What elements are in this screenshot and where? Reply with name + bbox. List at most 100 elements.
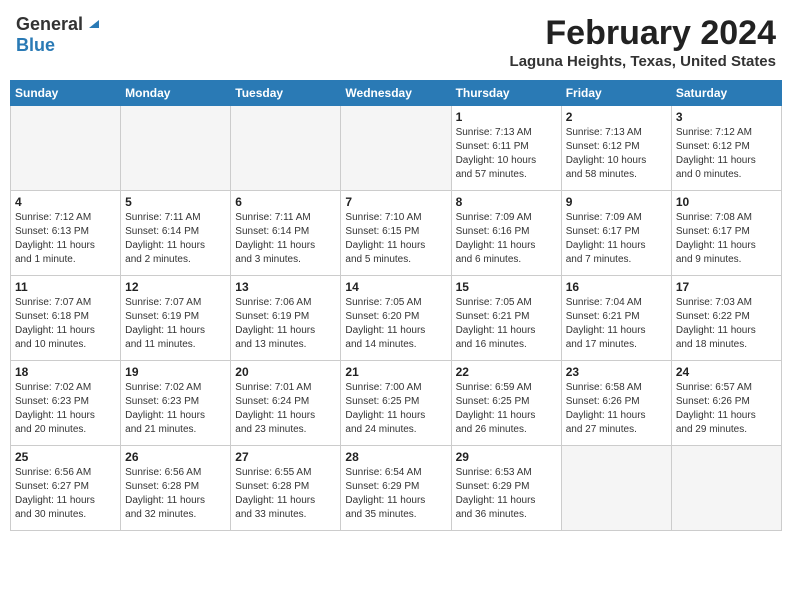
day-content: Sunrise: 7:05 AM Sunset: 6:20 PM Dayligh… bbox=[345, 296, 446, 352]
day-content: Sunrise: 6:53 AM Sunset: 6:29 PM Dayligh… bbox=[456, 466, 557, 522]
header-wednesday: Wednesday bbox=[341, 81, 451, 106]
calendar-cell bbox=[231, 106, 341, 191]
calendar-week-4: 18 Sunrise: 7:02 AM Sunset: 6:23 PM Dayli… bbox=[11, 361, 782, 446]
calendar-cell: 9Sunrise: 7:09 AM Sunset: 6:17 PM Daylig… bbox=[561, 191, 671, 276]
day-number: 13 bbox=[235, 280, 336, 294]
calendar-cell: 24 Sunrise: 6:57 AM Sunset: 6:26 PM Dayli… bbox=[671, 361, 781, 446]
day-content: Sunrise: 6:55 AM Sunset: 6:28 PM Dayligh… bbox=[235, 466, 336, 522]
calendar-cell: 8 Sunrise: 7:09 AM Sunset: 6:16 PM Daylig… bbox=[451, 191, 561, 276]
calendar-cell: 17Sunrise: 7:03 AM Sunset: 6:22 PM Dayli… bbox=[671, 276, 781, 361]
day-content: Sunrise: 7:12 AM Sunset: 6:13 PM Dayligh… bbox=[15, 211, 116, 267]
calendar-cell: 23 Sunrise: 6:58 AM Sunset: 6:26 PM Dayli… bbox=[561, 361, 671, 446]
calendar-cell bbox=[121, 106, 231, 191]
logo: General Blue bbox=[16, 14, 101, 56]
logo-general: General bbox=[16, 14, 83, 35]
calendar-cell bbox=[11, 106, 121, 191]
calendar-cell: 29 Sunrise: 6:53 AM Sunset: 6:29 PM Dayli… bbox=[451, 446, 561, 531]
day-number: 2 bbox=[566, 110, 667, 124]
page-header: General Blue February 2024 Laguna Height… bbox=[10, 10, 782, 74]
day-content: Sunrise: 7:08 AM Sunset: 6:17 PM Dayligh… bbox=[676, 211, 777, 267]
day-number: 12 bbox=[125, 280, 226, 294]
day-content: Sunrise: 7:04 AM Sunset: 6:21 PM Dayligh… bbox=[566, 296, 667, 352]
day-content: Sunrise: 6:56 AM Sunset: 6:27 PM Dayligh… bbox=[15, 466, 116, 522]
day-number: 24 bbox=[676, 365, 777, 379]
day-number: 9 bbox=[566, 195, 667, 209]
day-content: Sunrise: 6:54 AM Sunset: 6:29 PM Dayligh… bbox=[345, 466, 446, 522]
day-content: Sunrise: 7:07 AM Sunset: 6:18 PM Dayligh… bbox=[15, 296, 116, 352]
calendar-cell: 11 Sunrise: 7:07 AM Sunset: 6:18 PM Dayli… bbox=[11, 276, 121, 361]
day-number: 16 bbox=[566, 280, 667, 294]
calendar-week-2: 4Sunrise: 7:12 AM Sunset: 6:13 PM Daylig… bbox=[11, 191, 782, 276]
calendar-cell: 19Sunrise: 7:02 AM Sunset: 6:23 PM Dayli… bbox=[121, 361, 231, 446]
day-content: Sunrise: 7:00 AM Sunset: 6:25 PM Dayligh… bbox=[345, 381, 446, 437]
calendar-cell: 16 Sunrise: 7:04 AM Sunset: 6:21 PM Dayli… bbox=[561, 276, 671, 361]
calendar-cell: 15 Sunrise: 7:05 AM Sunset: 6:21 PM Dayli… bbox=[451, 276, 561, 361]
calendar-subtitle: Laguna Heights, Texas, United States bbox=[510, 53, 776, 70]
day-number: 3 bbox=[676, 110, 777, 124]
calendar-cell: 5 Sunrise: 7:11 AM Sunset: 6:14 PM Daylig… bbox=[121, 191, 231, 276]
day-content: Sunrise: 6:56 AM Sunset: 6:28 PM Dayligh… bbox=[125, 466, 226, 522]
calendar-week-1: 1 Sunrise: 7:13 AM Sunset: 6:11 PM Daylig… bbox=[11, 106, 782, 191]
header-thursday: Thursday bbox=[451, 81, 561, 106]
calendar-cell: 12 Sunrise: 7:07 AM Sunset: 6:19 PM Dayli… bbox=[121, 276, 231, 361]
day-number: 28 bbox=[345, 450, 446, 464]
calendar-header-row: SundayMondayTuesdayWednesdayThursdayFrid… bbox=[11, 81, 782, 106]
day-number: 7 bbox=[345, 195, 446, 209]
day-content: Sunrise: 7:07 AM Sunset: 6:19 PM Dayligh… bbox=[125, 296, 226, 352]
day-content: Sunrise: 6:58 AM Sunset: 6:26 PM Dayligh… bbox=[566, 381, 667, 437]
day-content: Sunrise: 7:11 AM Sunset: 6:14 PM Dayligh… bbox=[235, 211, 336, 267]
day-number: 18 bbox=[15, 365, 116, 379]
calendar-cell: 28 Sunrise: 6:54 AM Sunset: 6:29 PM Dayli… bbox=[341, 446, 451, 531]
day-number: 19 bbox=[125, 365, 226, 379]
calendar-cell: 25Sunrise: 6:56 AM Sunset: 6:27 PM Dayli… bbox=[11, 446, 121, 531]
day-number: 21 bbox=[345, 365, 446, 379]
header-monday: Monday bbox=[121, 81, 231, 106]
day-number: 23 bbox=[566, 365, 667, 379]
day-number: 8 bbox=[456, 195, 557, 209]
calendar-cell bbox=[671, 446, 781, 531]
day-number: 26 bbox=[125, 450, 226, 464]
header-friday: Friday bbox=[561, 81, 671, 106]
day-number: 29 bbox=[456, 450, 557, 464]
calendar-cell: 1 Sunrise: 7:13 AM Sunset: 6:11 PM Daylig… bbox=[451, 106, 561, 191]
calendar-cell: 3 Sunrise: 7:12 AM Sunset: 6:12 PM Daylig… bbox=[671, 106, 781, 191]
day-content: Sunrise: 7:11 AM Sunset: 6:14 PM Dayligh… bbox=[125, 211, 226, 267]
day-number: 27 bbox=[235, 450, 336, 464]
header-sunday: Sunday bbox=[11, 81, 121, 106]
day-content: Sunrise: 7:12 AM Sunset: 6:12 PM Dayligh… bbox=[676, 126, 777, 182]
header-saturday: Saturday bbox=[671, 81, 781, 106]
day-number: 1 bbox=[456, 110, 557, 124]
calendar-cell: 13Sunrise: 7:06 AM Sunset: 6:19 PM Dayli… bbox=[231, 276, 341, 361]
day-content: Sunrise: 7:01 AM Sunset: 6:24 PM Dayligh… bbox=[235, 381, 336, 437]
day-content: Sunrise: 7:05 AM Sunset: 6:21 PM Dayligh… bbox=[456, 296, 557, 352]
calendar-cell: 14 Sunrise: 7:05 AM Sunset: 6:20 PM Dayli… bbox=[341, 276, 451, 361]
calendar-cell: 7Sunrise: 7:10 AM Sunset: 6:15 PM Daylig… bbox=[341, 191, 451, 276]
day-content: Sunrise: 6:59 AM Sunset: 6:25 PM Dayligh… bbox=[456, 381, 557, 437]
calendar-cell: 10 Sunrise: 7:08 AM Sunset: 6:17 PM Dayli… bbox=[671, 191, 781, 276]
calendar-cell: 2 Sunrise: 7:13 AM Sunset: 6:12 PM Daylig… bbox=[561, 106, 671, 191]
day-number: 10 bbox=[676, 195, 777, 209]
calendar-table: SundayMondayTuesdayWednesdayThursdayFrid… bbox=[10, 80, 782, 531]
calendar-cell: 20Sunrise: 7:01 AM Sunset: 6:24 PM Dayli… bbox=[231, 361, 341, 446]
calendar-week-5: 25Sunrise: 6:56 AM Sunset: 6:27 PM Dayli… bbox=[11, 446, 782, 531]
day-number: 5 bbox=[125, 195, 226, 209]
day-number: 17 bbox=[676, 280, 777, 294]
day-number: 6 bbox=[235, 195, 336, 209]
day-number: 14 bbox=[345, 280, 446, 294]
day-number: 11 bbox=[15, 280, 116, 294]
day-content: Sunrise: 7:13 AM Sunset: 6:11 PM Dayligh… bbox=[456, 126, 557, 182]
day-content: Sunrise: 7:02 AM Sunset: 6:23 PM Dayligh… bbox=[15, 381, 116, 437]
calendar-cell: 18 Sunrise: 7:02 AM Sunset: 6:23 PM Dayli… bbox=[11, 361, 121, 446]
calendar-cell bbox=[341, 106, 451, 191]
day-number: 15 bbox=[456, 280, 557, 294]
header-tuesday: Tuesday bbox=[231, 81, 341, 106]
calendar-cell: 27 Sunrise: 6:55 AM Sunset: 6:28 PM Dayli… bbox=[231, 446, 341, 531]
calendar-cell: 21 Sunrise: 7:00 AM Sunset: 6:25 PM Dayli… bbox=[341, 361, 451, 446]
logo-blue: Blue bbox=[16, 35, 55, 55]
day-content: Sunrise: 7:13 AM Sunset: 6:12 PM Dayligh… bbox=[566, 126, 667, 182]
logo-icon bbox=[85, 14, 101, 35]
day-content: Sunrise: 7:09 AM Sunset: 6:16 PM Dayligh… bbox=[456, 211, 557, 267]
calendar-cell: 26 Sunrise: 6:56 AM Sunset: 6:28 PM Dayli… bbox=[121, 446, 231, 531]
day-content: Sunrise: 6:57 AM Sunset: 6:26 PM Dayligh… bbox=[676, 381, 777, 437]
calendar-cell: 6 Sunrise: 7:11 AM Sunset: 6:14 PM Daylig… bbox=[231, 191, 341, 276]
